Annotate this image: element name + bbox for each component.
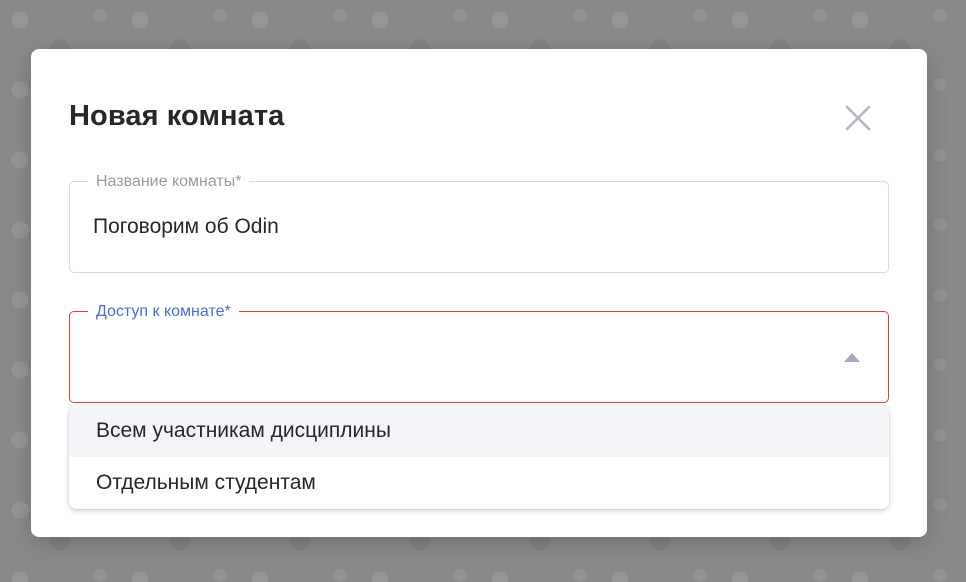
- room-name-label: Название комнаты*: [88, 172, 250, 192]
- option-all-discipline-members[interactable]: Всем участникам дисциплины: [69, 405, 889, 457]
- new-room-dialog: Новая комната Название комнаты* Поговори…: [31, 49, 927, 537]
- dialog-title: Новая комната: [69, 100, 285, 132]
- option-individual-students[interactable]: Отдельным студентам: [69, 457, 889, 509]
- option-label: Всем участникам дисциплины: [96, 419, 391, 442]
- room-access-options: Всем участникам дисциплины Отдельным сту…: [69, 405, 889, 509]
- room-name-field[interactable]: Название комнаты* Поговорим об Odin: [69, 172, 889, 273]
- room-name-input[interactable]: Поговорим об Odin: [93, 215, 279, 239]
- close-icon: [845, 105, 871, 131]
- option-label: Отдельным студентам: [96, 471, 316, 494]
- close-button[interactable]: [839, 99, 877, 137]
- caret-up-icon: [844, 352, 860, 362]
- room-access-label: Доступ к комнате*: [88, 302, 239, 322]
- dropdown-toggle[interactable]: [842, 350, 862, 364]
- room-access-select[interactable]: Доступ к комнате*: [69, 302, 889, 403]
